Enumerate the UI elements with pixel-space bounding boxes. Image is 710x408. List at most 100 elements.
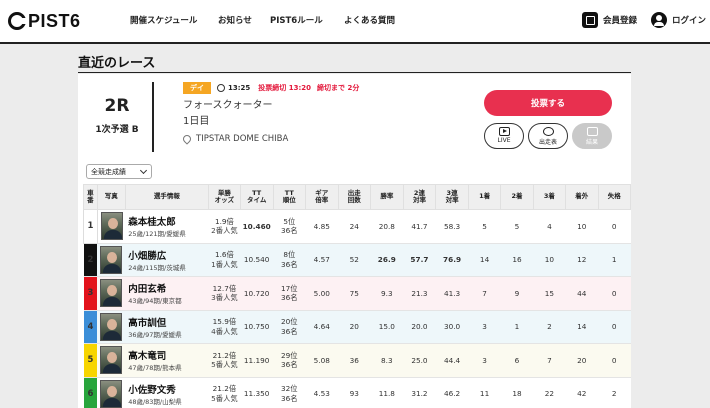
col-header: 着外 [565,184,599,210]
out-count: 42 [565,376,598,408]
third-count: 2 [533,309,566,344]
third-count: 4 [533,209,566,244]
nav-schedule[interactable]: 開催スケジュール [130,14,218,26]
win-rate: 20.8 [370,209,404,244]
col-header: TT 順位 [272,184,307,210]
second-count: 16 [500,242,534,277]
live-button[interactable]: LIVE [484,123,524,149]
win-rate: 8.3 [370,343,404,378]
col-header: 2着 [500,184,534,210]
col-header: 出走 回数 [337,184,372,210]
odds-value: 1.6倍 [214,250,234,260]
results-button[interactable]: 結果 [572,123,612,149]
racer-info[interactable]: 小畑勝広 24歳/115期/茨城県 [125,242,209,277]
racer-profile: 36歳/97期/愛媛県 [128,330,182,339]
run-count: 24 [338,209,371,244]
table-header-row: 車番 写真 選手情報 単勝 オッズ TT タイム TT 順位 ギア 倍率 出走 回数 勝率… [83,184,631,210]
popularity: 5番人気 [211,393,238,403]
racer-info[interactable]: 高木竜司 47歳/78期/熊本県 [125,343,209,378]
trio-rate: 44.4 [435,343,469,378]
filter-value: 全競走成績 [91,168,126,176]
racer-photo[interactable] [100,379,123,408]
vote-button[interactable]: 投票する [484,90,612,116]
col-header: 選手情報 [124,184,210,210]
first-count: 11 [468,376,501,408]
login-button[interactable]: ログイン [651,12,706,28]
edit-icon [582,12,598,28]
tt-rank: 32位 [281,384,298,394]
race-day: 1日目 [183,116,210,127]
run-count: 52 [338,242,371,277]
racer-profile: 24歳/115期/茨城県 [128,263,186,272]
tt-field-size: 36名 [281,293,298,303]
racer-photo[interactable] [100,312,123,341]
tt-rank: 5位 [283,216,296,226]
quinella-rate: 25.0 [403,343,436,378]
second-count: 6 [500,343,534,378]
table-row: 1 森本桂太郎 25歳/121期/愛媛県 1.9倍 2番人気 10.460 5位 36名 4.8… [83,209,631,244]
racer-photo[interactable] [100,212,123,241]
first-count: 3 [468,309,501,344]
racer-photo[interactable] [100,346,123,375]
entries-button[interactable]: 出走表 [528,123,568,149]
odds-cell: 12.7倍 3番人気 [208,276,241,311]
trio-rate: 41.3 [435,276,469,311]
col-header: TT タイム [239,184,274,210]
results-filter-select[interactable]: 全競走成績 [86,164,152,179]
nav-rules[interactable]: PIST6ルール [270,14,344,26]
gear-ratio: 4.85 [305,209,339,244]
racer-info[interactable]: 小佐野文秀 48歳/83期/山梨県 [125,376,209,408]
racer-photo-cell [97,242,126,277]
trio-rate: 46.2 [435,376,469,408]
first-count: 14 [468,242,501,277]
cyclist-icon [542,127,554,136]
quinella-rate: 31.2 [403,376,436,408]
out-count: 10 [565,209,598,244]
odds-cell: 1.6倍 1番人気 [208,242,241,277]
racer-name: 高市訓但 [128,317,167,329]
racer-name: 内田玄希 [128,284,167,296]
gear-ratio: 4.64 [305,309,339,344]
chevron-down-icon [139,166,148,175]
table-row: 3 内田玄希 43歳/94期/東京都 12.7倍 3番人気 10.720 17位 36名 5.0… [83,276,631,311]
table-row: 5 高木竜司 47歳/78期/熊本県 21.2倍 5番人気 11.190 29位 36名 5.0… [83,343,631,378]
out-count: 44 [565,276,598,311]
time-remaining: 締切まで 2分 [317,84,360,92]
race-number: 2R [104,96,130,116]
nav-news[interactable]: お知らせ [218,14,270,26]
run-count: 93 [338,376,371,408]
odds-value: 1.9倍 [214,216,234,226]
run-count: 20 [338,309,371,344]
odds-cell: 21.2倍 5番人気 [208,376,241,408]
racer-info[interactable]: 森本桂太郎 25歳/121期/愛媛県 [125,209,209,244]
racer-name: 小佐野文秀 [128,384,176,396]
pist6-logo[interactable]: PIST6 [8,11,81,31]
racer-photo[interactable] [100,279,123,308]
racer-name: 森本桂太郎 [128,217,176,229]
racer-name: 小畑勝広 [128,250,167,262]
tt-field-size: 36名 [281,326,298,336]
popularity: 4番人気 [211,326,238,336]
page-title: 直近のレース [78,56,156,71]
racer-info[interactable]: 高市訓但 36歳/97期/愛媛県 [125,309,209,344]
dq-count: 0 [598,276,631,311]
racer-info[interactable]: 内田玄希 43歳/94期/東京都 [125,276,209,311]
racer-name: 高木竜司 [128,351,167,363]
quinella-rate: 57.7 [403,242,436,277]
odds-value: 15.9倍 [212,317,237,327]
third-count: 22 [533,376,566,408]
second-count: 18 [500,376,534,408]
col-header: 失格 [597,184,631,210]
odds-value: 12.7倍 [212,283,237,293]
run-count: 75 [338,276,371,311]
register-button[interactable]: 会員登録 [582,12,637,28]
col-header: 単勝 オッズ [208,184,241,210]
trio-rate: 30.0 [435,309,469,344]
racer-profile: 48歳/83期/山梨県 [128,397,182,406]
nav-faq[interactable]: よくある質問 [344,14,424,26]
tt-time: 10.460 [240,209,274,244]
trio-rate: 58.3 [435,209,469,244]
racer-photo-cell [97,343,126,378]
table-row: 4 高市訓但 36歳/97期/愛媛県 15.9倍 4番人気 10.750 20位 36名 4.6… [83,309,631,344]
racer-photo[interactable] [100,245,123,274]
